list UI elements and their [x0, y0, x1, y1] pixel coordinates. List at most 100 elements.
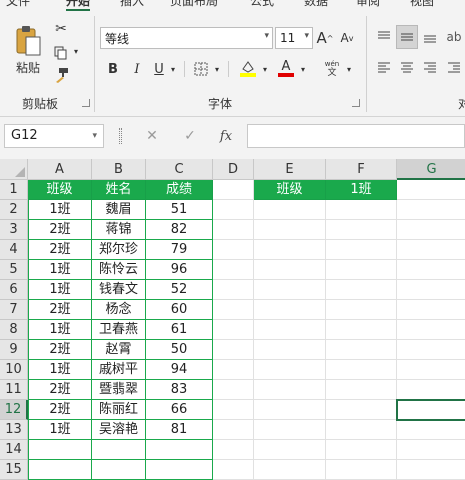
row-header-3[interactable]: 3: [0, 220, 28, 240]
row-header-4[interactable]: 4: [0, 240, 28, 260]
grid-cell[interactable]: [254, 380, 326, 400]
column-header-f[interactable]: F: [326, 159, 397, 180]
table-cell[interactable]: 2班: [28, 400, 92, 420]
name-box[interactable]: G12 ▾: [4, 124, 104, 148]
cut-icon[interactable]: ✂: [52, 20, 70, 38]
table-cell[interactable]: 1班: [28, 360, 92, 380]
criteria-label-cell[interactable]: 班级: [254, 180, 326, 200]
orientation-icon[interactable]: ab: [444, 27, 464, 47]
indent-icon[interactable]: [444, 58, 464, 78]
tab-data[interactable]: 数据: [304, 0, 328, 9]
grid-cell[interactable]: [397, 380, 465, 400]
tab-home[interactable]: 开始: [66, 0, 91, 11]
grid-cell[interactable]: [397, 320, 465, 340]
grid-cell[interactable]: [397, 280, 465, 300]
row-header-12[interactable]: 12: [0, 400, 28, 420]
table-cell[interactable]: 暨翡翠: [92, 380, 146, 400]
grid-cell[interactable]: [213, 420, 254, 440]
table-cell[interactable]: 蒋锦: [92, 220, 146, 240]
table-cell[interactable]: 陈丽红: [92, 400, 146, 420]
grid-cell[interactable]: [397, 220, 465, 240]
row-header-10[interactable]: 10: [0, 360, 28, 380]
table-cell[interactable]: 96: [146, 260, 213, 280]
row-header-6[interactable]: 6: [0, 280, 28, 300]
border-icon[interactable]: [192, 60, 210, 78]
grid-cell[interactable]: [397, 460, 465, 480]
font-size-combo[interactable]: 11 ▾: [275, 27, 313, 49]
chevron-down-icon[interactable]: ▾: [168, 62, 178, 76]
grid-cell[interactable]: [326, 340, 397, 360]
active-cell-selection[interactable]: [396, 399, 465, 421]
grid-cell[interactable]: [397, 240, 465, 260]
table-cell[interactable]: [92, 440, 146, 460]
align-right-icon[interactable]: [420, 58, 440, 78]
format-painter-icon[interactable]: [50, 66, 72, 84]
tab-review[interactable]: 审阅: [356, 0, 380, 9]
grid-cell[interactable]: [213, 260, 254, 280]
formula-bar-grip-icon[interactable]: [119, 128, 122, 144]
align-bottom-icon[interactable]: [420, 27, 440, 47]
table-cell[interactable]: 2班: [28, 220, 92, 240]
grid-cell[interactable]: [254, 440, 326, 460]
chevron-down-icon[interactable]: ▾: [298, 62, 308, 76]
grid-cell[interactable]: [326, 280, 397, 300]
underline-button[interactable]: U: [150, 60, 168, 78]
table-cell[interactable]: 1班: [28, 420, 92, 440]
grid-cell[interactable]: [254, 200, 326, 220]
grid-cell[interactable]: [213, 180, 254, 200]
font-launcher-icon[interactable]: [352, 99, 360, 107]
table-cell[interactable]: 1班: [28, 260, 92, 280]
column-header-g[interactable]: G: [397, 159, 465, 180]
table-cell[interactable]: 94: [146, 360, 213, 380]
cancel-icon[interactable]: ✕: [140, 126, 164, 146]
grid-cell[interactable]: [254, 400, 326, 420]
grid-cell[interactable]: [213, 340, 254, 360]
grow-font-button[interactable]: A ^: [316, 28, 334, 48]
align-center-icon[interactable]: [397, 58, 417, 78]
grid-cell[interactable]: [326, 420, 397, 440]
table-header-cell[interactable]: 姓名: [92, 180, 146, 200]
table-cell[interactable]: 戚树平: [92, 360, 146, 380]
grid-cell[interactable]: [213, 400, 254, 420]
table-cell[interactable]: 郑尔珍: [92, 240, 146, 260]
font-color-icon[interactable]: A: [276, 58, 296, 78]
grid-cell[interactable]: [326, 440, 397, 460]
enter-icon[interactable]: ✓: [178, 126, 202, 146]
table-cell[interactable]: 83: [146, 380, 213, 400]
grid-cell[interactable]: [326, 360, 397, 380]
table-cell[interactable]: [92, 460, 146, 480]
column-header-a[interactable]: A: [28, 159, 92, 180]
table-cell[interactable]: 1班: [28, 320, 92, 340]
align-left-icon[interactable]: [374, 58, 394, 78]
grid-cell[interactable]: [213, 300, 254, 320]
copy-icon[interactable]: [50, 44, 72, 62]
row-header-8[interactable]: 8: [0, 320, 28, 340]
table-header-cell[interactable]: 成绩: [146, 180, 213, 200]
table-cell[interactable]: [146, 440, 213, 460]
table-cell[interactable]: 2班: [28, 380, 92, 400]
insert-function-icon[interactable]: fx: [214, 126, 238, 146]
phonetic-guide-icon[interactable]: wén 文: [320, 58, 344, 80]
chevron-down-icon[interactable]: ▾: [260, 62, 270, 76]
grid-cell[interactable]: [326, 200, 397, 220]
grid-cell[interactable]: [254, 420, 326, 440]
clipboard-launcher-icon[interactable]: [82, 99, 90, 107]
table-cell[interactable]: 赵霄: [92, 340, 146, 360]
row-header-1[interactable]: 1: [0, 180, 28, 200]
grid-cell[interactable]: [326, 460, 397, 480]
table-cell[interactable]: 52: [146, 280, 213, 300]
grid-cell[interactable]: [254, 240, 326, 260]
table-cell[interactable]: [28, 460, 92, 480]
align-middle-icon[interactable]: [396, 25, 418, 49]
tab-file[interactable]: 文件: [6, 0, 30, 9]
column-header-c[interactable]: C: [146, 159, 213, 180]
grid-cell[interactable]: [254, 300, 326, 320]
table-cell[interactable]: [28, 440, 92, 460]
chevron-down-icon[interactable]: ▾: [344, 62, 354, 76]
select-all-corner[interactable]: [0, 159, 28, 180]
row-header-14[interactable]: 14: [0, 440, 28, 460]
grid-cell[interactable]: [213, 320, 254, 340]
tab-view[interactable]: 视图: [410, 0, 434, 9]
table-header-cell[interactable]: 班级: [28, 180, 92, 200]
grid-cell[interactable]: [213, 440, 254, 460]
